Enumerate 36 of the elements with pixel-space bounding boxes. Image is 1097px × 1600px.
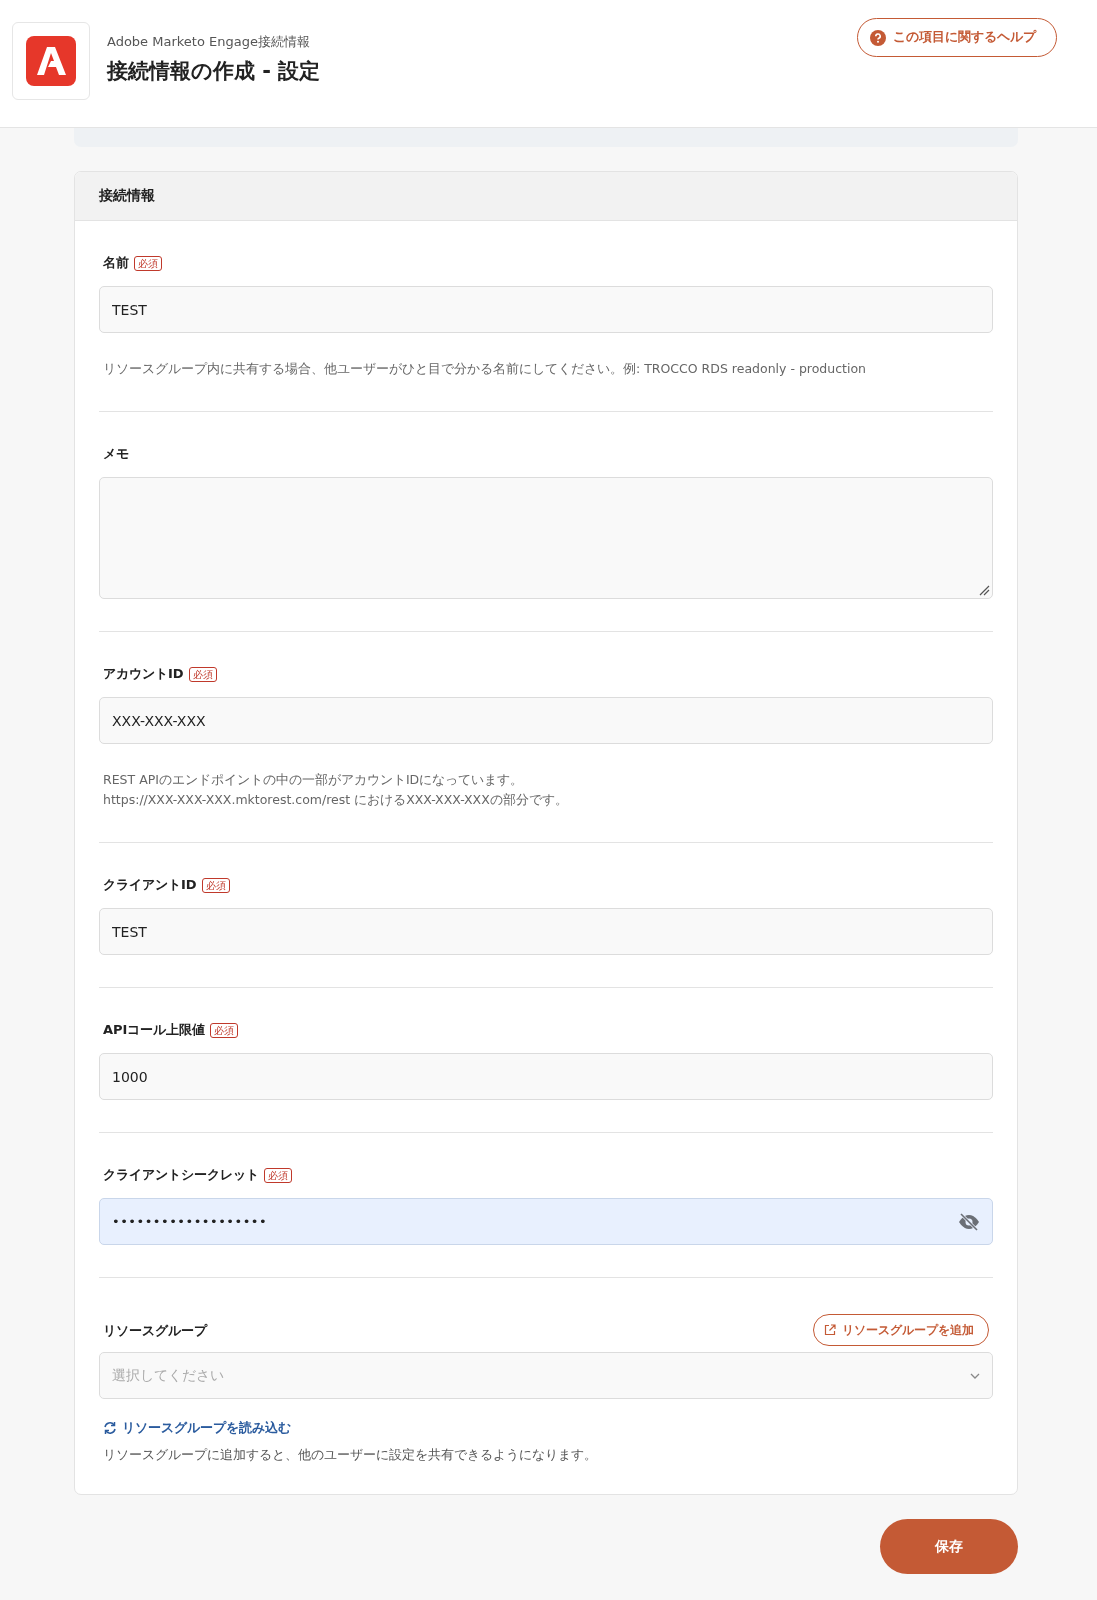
save-button[interactable]: 保存 xyxy=(880,1519,1018,1574)
text-field[interactable]: TEST xyxy=(99,286,993,333)
resize-grip-icon xyxy=(978,584,990,596)
required-badge: 必須 xyxy=(201,877,230,893)
required-badge: 必須 xyxy=(134,255,162,271)
required-badge: 必須 xyxy=(264,1167,292,1183)
field-hint: リソースグループ内に共有する場合、他ユーザーがひと目で分かる名前にしてください。例: TROCCO RDS readonly - production xyxy=(103,360,867,378)
text-field[interactable]: XXX-XXX-XXX xyxy=(99,697,993,744)
reload-link[interactable]: リソースグループを読み込む xyxy=(103,1419,291,1437)
field-label: メモ xyxy=(103,445,129,463)
add-resource-group-button[interactable]: リソースグループを追加 xyxy=(813,1314,989,1346)
card-title: 接続情報 xyxy=(99,187,155,205)
field-label: クライアントシークレット xyxy=(103,1166,259,1184)
eye-slash-icon[interactable] xyxy=(958,1212,980,1231)
logo-icon xyxy=(26,36,76,86)
field-label: アカウントID xyxy=(103,665,184,683)
required-badge: 必須 xyxy=(210,1022,239,1038)
field-label: 名前 xyxy=(103,254,129,272)
field-label: APIコール上限値 xyxy=(103,1021,206,1039)
field-hint: https://XXX-XXX-XXX.mktorest.com/rest におけるXXX-XXX-XXXの部分です。 xyxy=(103,791,569,809)
field-label: クライアントID xyxy=(103,876,197,894)
text-field[interactable]: 1000 xyxy=(99,1053,993,1100)
page-title: 接続情報の作成 - 設定 xyxy=(107,58,322,85)
field-hint: リソースグループに追加すると、他のユーザーに設定を共有できるようになります。 xyxy=(103,1447,598,1464)
field-hint: REST APIのエンドポイントの中の一部がアカウントIDになっています。 xyxy=(103,771,525,789)
field-label: リソースグループ xyxy=(103,1322,207,1340)
password-field[interactable]: ••••••••••••••••••• xyxy=(99,1198,993,1245)
text-field[interactable]: TEST xyxy=(99,908,993,955)
help-button[interactable]: この項目に関するヘルプ xyxy=(857,18,1057,57)
page-subtitle: Adobe Marketo Engage接続情報 xyxy=(107,33,311,51)
external-link-icon xyxy=(824,1324,836,1336)
required-badge: 必須 xyxy=(188,666,217,682)
chevron-down-icon xyxy=(970,1372,980,1379)
refresh-icon xyxy=(103,1421,117,1435)
memo-field[interactable] xyxy=(99,477,993,599)
help-icon xyxy=(870,29,886,46)
